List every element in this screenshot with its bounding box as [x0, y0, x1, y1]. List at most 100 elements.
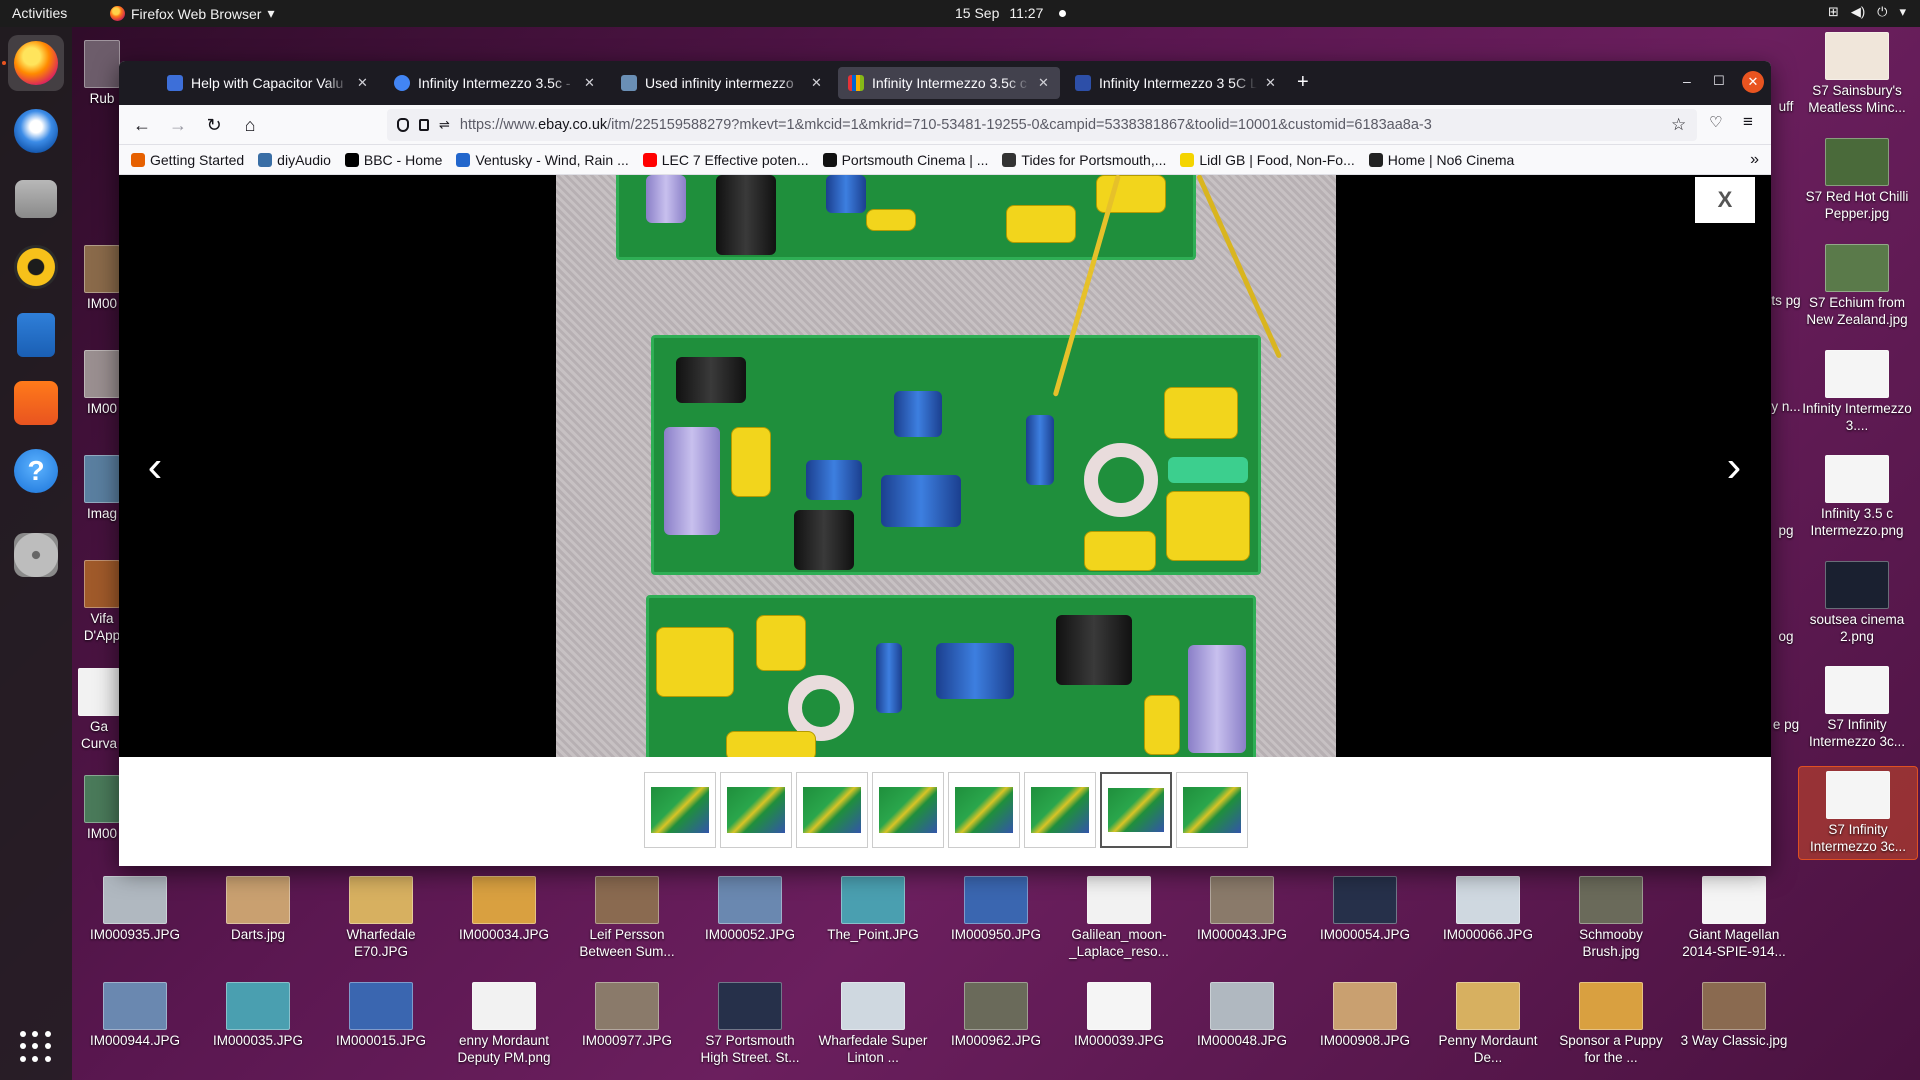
tab-intermezzo-3-5c[interactable]: Infinity Intermezzo 3 5C L ✕ [1065, 67, 1287, 99]
desktop-icon[interactable]: IM000950.JPG [941, 876, 1051, 943]
dock-software[interactable] [8, 375, 64, 431]
desktop-icon[interactable]: Sponsor a Puppy for the ... [1556, 982, 1666, 1066]
desktop-icon[interactable]: S7 Infinity Intermezzo 3c... [1802, 666, 1912, 750]
dock-disc[interactable] [8, 527, 64, 583]
close-icon[interactable]: ✕ [811, 75, 823, 91]
thumbnail-item[interactable] [872, 772, 944, 848]
bookmark-item[interactable]: Portsmouth Cinema | ... [822, 152, 988, 168]
close-icon[interactable]: ✕ [357, 75, 369, 91]
bookmark-item[interactable]: Ventusky - Wind, Rain ... [456, 152, 629, 168]
desktop-icon[interactable]: IM00 [82, 350, 122, 417]
dock-firefox[interactable] [8, 35, 64, 91]
desktop-icon[interactable]: IM000066.JPG [1433, 876, 1543, 943]
url-bar[interactable]: ⇌ https://www.ebay.co.uk/itm/22515958827… [387, 109, 1697, 141]
activities-button[interactable]: Activities [12, 5, 67, 21]
bookmark-item[interactable]: Tides for Portsmouth,... [1002, 152, 1166, 168]
desktop-icon[interactable]: Penny Mordaunt De... [1433, 982, 1543, 1066]
window-close-button[interactable]: ✕ [1742, 71, 1764, 93]
desktop-icon[interactable]: IM000908.JPG [1310, 982, 1420, 1049]
desktop-icon[interactable]: IM000015.JPG [326, 982, 436, 1049]
desktop-icon-selected[interactable]: S7 Infinity Intermezzo 3c... [1798, 766, 1918, 860]
tab-google-search[interactable]: Infinity Intermezzo 3.5c - ✕ [384, 67, 606, 99]
reload-button[interactable]: ↻ [203, 114, 225, 136]
desktop-icon[interactable]: Wharfedale Super Linton ... [818, 982, 928, 1066]
tracking-protection-icon[interactable] [397, 118, 409, 132]
minimize-button[interactable]: – [1683, 73, 1691, 89]
desktop-icon[interactable]: Vifa D'App [82, 560, 122, 644]
url-text[interactable]: https://www.ebay.co.uk/itm/225159588279?… [460, 117, 1661, 133]
desktop-icon[interactable]: Rub [82, 40, 122, 107]
prev-image-button[interactable]: ‹ [135, 439, 175, 495]
dock-files[interactable] [8, 171, 64, 227]
dock-help[interactable]: ? [8, 443, 64, 499]
desktop-icon[interactable]: S7 Portsmouth High Street. St... [695, 982, 805, 1066]
desktop-icon[interactable]: ts pg [1770, 292, 1802, 309]
desktop-icon[interactable]: IM000944.JPG [80, 982, 190, 1049]
desktop-icon[interactable]: IM000962.JPG [941, 982, 1051, 1049]
desktop-icon[interactable]: enny Mordaunt Deputy PM.png [449, 982, 559, 1066]
bookmark-item[interactable]: Home | No6 Cinema [1368, 152, 1514, 168]
menu-icon[interactable]: ≡ [1743, 112, 1753, 132]
desktop-icon[interactable]: IM000048.JPG [1187, 982, 1297, 1049]
thumbnail-item[interactable] [796, 772, 868, 848]
bookmark-item[interactable]: Lidl GB | Food, Non-Fo... [1180, 152, 1355, 168]
home-button[interactable]: ⌂ [239, 114, 261, 136]
close-viewer-button[interactable]: X [1695, 177, 1755, 223]
desktop-icon[interactable]: Infinity 3.5 c Intermezzo.png [1802, 455, 1912, 539]
desktop-icon[interactable]: Infinity Intermezzo 3.... [1802, 350, 1912, 434]
desktop-icon[interactable]: pg [1770, 522, 1802, 539]
thumbnail-item[interactable] [948, 772, 1020, 848]
desktop-icon[interactable]: Leif Persson Between Sum... [572, 876, 682, 960]
dock-writer[interactable] [8, 307, 64, 363]
pocket-icon[interactable]: ♡ [1709, 113, 1722, 131]
new-tab-button[interactable]: + [1297, 71, 1309, 93]
thumbnail-item[interactable] [644, 772, 716, 848]
desktop-icon[interactable]: IM000935.JPG [80, 876, 190, 943]
thumbnail-item[interactable] [1100, 772, 1172, 848]
desktop-icon[interactable]: IM000039.JPG [1064, 982, 1174, 1049]
clock[interactable]: 15 Sep 11:27 [955, 5, 1067, 21]
desktop-icon[interactable]: S7 Red Hot Chilli Pepper.jpg [1802, 138, 1912, 222]
desktop-icon[interactable]: IM00 [82, 245, 122, 312]
thumbnail-item[interactable] [720, 772, 792, 848]
back-button[interactable]: ← [131, 114, 153, 136]
desktop-icon[interactable]: y n... [1770, 398, 1802, 415]
close-icon[interactable]: ✕ [1265, 75, 1277, 91]
desktop-icon[interactable]: S7 Sainsbury's Meatless Minc... [1802, 32, 1912, 116]
desktop-icon[interactable]: Wharfedale E70.JPG [326, 876, 436, 960]
tab-ebay-intermezzo[interactable]: Infinity Intermezzo 3.5c c ✕ [838, 67, 1060, 99]
desktop-icon[interactable]: Galilean_moon-_Laplace_reso... [1064, 876, 1174, 960]
desktop-icon[interactable]: S7 Echium from New Zealand.jpg [1802, 244, 1912, 328]
forward-button[interactable]: → [167, 114, 189, 136]
bookmark-star-icon[interactable]: ☆ [1671, 115, 1687, 135]
system-tray[interactable]: ⊞ ◀) ⏻ ▾ [1828, 4, 1906, 20]
desktop-icon[interactable]: og [1770, 628, 1802, 645]
tab-help-capacitor[interactable]: Help with Capacitor Valu ✕ [157, 67, 379, 99]
desktop-icon[interactable]: IM000977.JPG [572, 982, 682, 1049]
bookmark-item[interactable]: diyAudio [258, 152, 331, 168]
desktop-icon[interactable]: soutsea cinema 2.png [1802, 561, 1912, 645]
desktop-icon[interactable]: Schmooby Brush.jpg [1556, 876, 1666, 960]
close-icon[interactable]: ✕ [584, 75, 596, 91]
desktop-icon[interactable]: uff [1770, 98, 1802, 115]
show-applications-button[interactable] [20, 1031, 52, 1063]
desktop-icon[interactable]: Ga Curva [76, 668, 122, 752]
desktop-icon[interactable]: IM000043.JPG [1187, 876, 1297, 943]
desktop-icon[interactable]: The_Point.JPG [818, 876, 928, 943]
desktop-icon[interactable]: IM000054.JPG [1310, 876, 1420, 943]
next-image-button[interactable]: › [1714, 439, 1754, 495]
bookmark-item[interactable]: Getting Started [131, 152, 244, 168]
app-menu[interactable]: Firefox Web Browser ▾ [110, 5, 274, 22]
desktop-icon[interactable]: Giant Magellan 2014-SPIE-914... [1679, 876, 1789, 960]
bookmarks-overflow-icon[interactable]: » [1750, 151, 1759, 169]
desktop-icon[interactable]: e pg [1770, 716, 1802, 733]
desktop-icon[interactable]: IM000034.JPG [449, 876, 559, 943]
desktop-icon[interactable]: IM00 [82, 775, 122, 842]
dock-thunderbird[interactable] [8, 103, 64, 159]
desktop-icon[interactable]: Darts.jpg [203, 876, 313, 943]
tab-used-intermezzo[interactable]: Used infinity intermezzo ✕ [611, 67, 833, 99]
desktop-icon[interactable]: Imag [82, 455, 122, 522]
dock-rhythmbox[interactable] [8, 239, 64, 295]
thumbnail-item[interactable] [1024, 772, 1096, 848]
desktop-icon[interactable]: IM000035.JPG [203, 982, 313, 1049]
